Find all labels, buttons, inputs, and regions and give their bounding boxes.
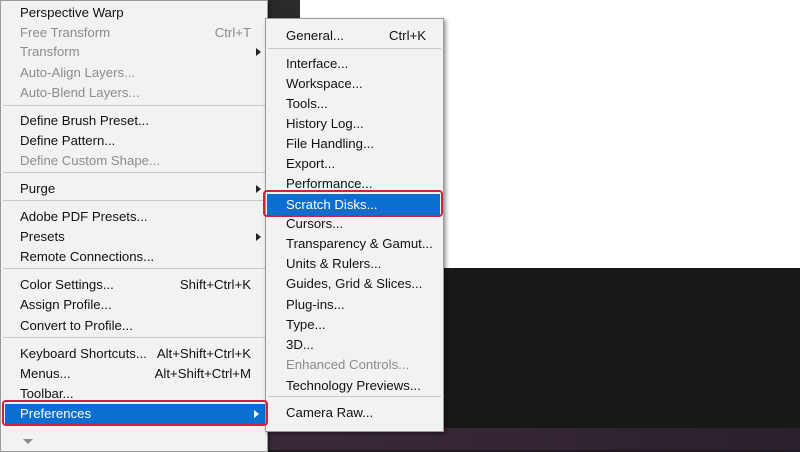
menu-item-label: Define Pattern...: [20, 133, 116, 148]
menu-item-label: Purge: [20, 181, 56, 196]
menu-separator: [3, 105, 265, 106]
menu-item-label: Tools...: [286, 96, 328, 111]
menu-item-3d[interactable]: 3D...: [266, 335, 443, 355]
menu-item-convert-to-profile[interactable]: Convert to Profile...: [1, 316, 267, 336]
menu-item-label: Color Settings...: [20, 277, 114, 292]
edit-menu: Perspective Warp Free Transform Ctrl+T Tran…: [0, 0, 268, 452]
menu-item-auto-blend-layers: Auto-Blend Layers...: [1, 83, 267, 103]
menu-item-purge[interactable]: Purge: [1, 179, 267, 199]
menu-item-label: Units & Rulers...: [286, 256, 382, 271]
menu-item-shortcut: Ctrl+K: [388, 28, 426, 43]
menu-item-label: Convert to Profile...: [20, 318, 133, 333]
menu-item-label: Cursors...: [286, 216, 344, 231]
menu-item-label: Guides, Grid & Slices...: [286, 276, 423, 291]
menu-item-adobe-pdf-presets[interactable]: Adobe PDF Presets...: [1, 207, 267, 227]
menu-item-label: Interface...: [286, 56, 349, 71]
menu-item-export[interactable]: Export...: [266, 154, 443, 174]
menu-item-shortcut: Ctrl+T: [214, 25, 251, 40]
menu-item-interface[interactable]: Interface...: [266, 54, 443, 74]
menu-item-guides-grid-slices[interactable]: Guides, Grid & Slices...: [266, 274, 443, 294]
menu-separator: [3, 172, 265, 173]
menu-item-label: Camera Raw...: [286, 405, 374, 420]
menu-item-history-log[interactable]: History Log...: [266, 114, 443, 134]
menu-item-label: Define Custom Shape...: [20, 153, 161, 168]
menu-item-label: Plug-ins...: [286, 297, 345, 312]
menu-item-label: Menus...: [20, 366, 71, 381]
menu-item-technology-previews[interactable]: Technology Previews...: [266, 376, 443, 396]
menu-item-label: File Handling...: [286, 136, 374, 151]
menu-item-label: Toolbar...: [20, 386, 74, 401]
menu-separator: [3, 268, 265, 269]
menu-item-enhanced-controls: Enhanced Controls...: [266, 355, 443, 375]
menu-item-remote-connections[interactable]: Remote Connections...: [1, 247, 267, 267]
menu-item-label: Enhanced Controls...: [286, 357, 410, 372]
preferences-callout: [2, 400, 268, 426]
menu-item-define-brush-preset[interactable]: Define Brush Preset...: [1, 111, 267, 131]
menu-item-label: Technology Previews...: [286, 378, 421, 393]
menu-item-define-custom-shape: Define Custom Shape...: [1, 151, 267, 171]
menu-item-units-rulers[interactable]: Units & Rulers...: [266, 254, 443, 274]
menu-item-workspace[interactable]: Workspace...: [266, 74, 443, 94]
menu-item-label: 3D...: [286, 337, 314, 352]
menu-item-cursors[interactable]: Cursors...: [266, 214, 443, 234]
menu-item-label: Remote Connections...: [20, 249, 155, 264]
menu-item-label: General...: [286, 28, 344, 43]
menu-item-shortcut: Alt+Shift+Ctrl+M: [154, 366, 251, 381]
menu-item-color-settings[interactable]: Color Settings... Shift+Ctrl+K: [1, 275, 267, 295]
menu-item-plug-ins[interactable]: Plug-ins...: [266, 295, 443, 315]
menu-item-label: Assign Profile...: [20, 297, 112, 312]
menu-item-label: Adobe PDF Presets...: [20, 209, 148, 224]
menu-item-label: Transparency & Gamut...: [286, 236, 433, 251]
menu-item-tools[interactable]: Tools...: [266, 94, 443, 114]
menu-item-presets[interactable]: Presets: [1, 227, 267, 247]
menu-item-transparency-gamut[interactable]: Transparency & Gamut...: [266, 234, 443, 254]
menu-item-label: Keyboard Shortcuts...: [20, 346, 147, 361]
menu-item-shortcut: Shift+Ctrl+K: [179, 277, 251, 292]
menu-item-transform: Transform: [1, 42, 267, 62]
menu-item-type[interactable]: Type...: [266, 315, 443, 335]
menu-item-label: Auto-Blend Layers...: [20, 85, 140, 100]
menu-separator: [268, 48, 441, 49]
menu-separator: [3, 200, 265, 201]
menu-item-label: Presets: [20, 229, 65, 244]
submenu-arrow-icon: [256, 48, 261, 56]
menu-item-shortcut: Alt+Shift+Ctrl+K: [156, 346, 251, 361]
menu-item-perspective-warp[interactable]: Perspective Warp: [1, 3, 267, 23]
menu-item-label: Auto-Align Layers...: [20, 65, 136, 80]
menu-item-label: Free Transform: [20, 25, 111, 40]
submenu-arrow-icon: [256, 233, 261, 241]
menu-separator: [3, 337, 265, 338]
scratch-disks-callout: [263, 190, 443, 217]
menu-item-label: Define Brush Preset...: [20, 113, 150, 128]
menu-item-label: History Log...: [286, 116, 364, 131]
menu-item-general[interactable]: General... Ctrl+K: [266, 26, 443, 46]
preferences-submenu: General... Ctrl+K Interface... Workspace...…: [265, 18, 444, 432]
menu-item-define-pattern[interactable]: Define Pattern...: [1, 131, 267, 151]
menu-separator: [268, 396, 441, 397]
menu-item-label: Type...: [286, 317, 326, 332]
menu-item-file-handling[interactable]: File Handling...: [266, 134, 443, 154]
menu-item-label: Performance...: [286, 176, 373, 191]
menu-item-menus[interactable]: Menus... Alt+Shift+Ctrl+M: [1, 364, 267, 384]
menu-item-label: Export...: [286, 156, 336, 171]
menu-item-free-transform: Free Transform Ctrl+T: [1, 23, 267, 43]
menu-item-label: Workspace...: [286, 76, 363, 91]
submenu-arrow-icon: [256, 185, 261, 193]
menu-item-auto-align-layers: Auto-Align Layers...: [1, 63, 267, 83]
menu-item-assign-profile[interactable]: Assign Profile...: [1, 295, 267, 315]
menu-item-label: Perspective Warp: [20, 5, 124, 20]
menu-item-camera-raw[interactable]: Camera Raw...: [266, 403, 443, 423]
menu-item-label: Transform: [20, 44, 80, 59]
menu-item-keyboard-shortcuts[interactable]: Keyboard Shortcuts... Alt+Shift+Ctrl+K: [1, 344, 267, 364]
expand-menu-icon[interactable]: [23, 439, 33, 444]
